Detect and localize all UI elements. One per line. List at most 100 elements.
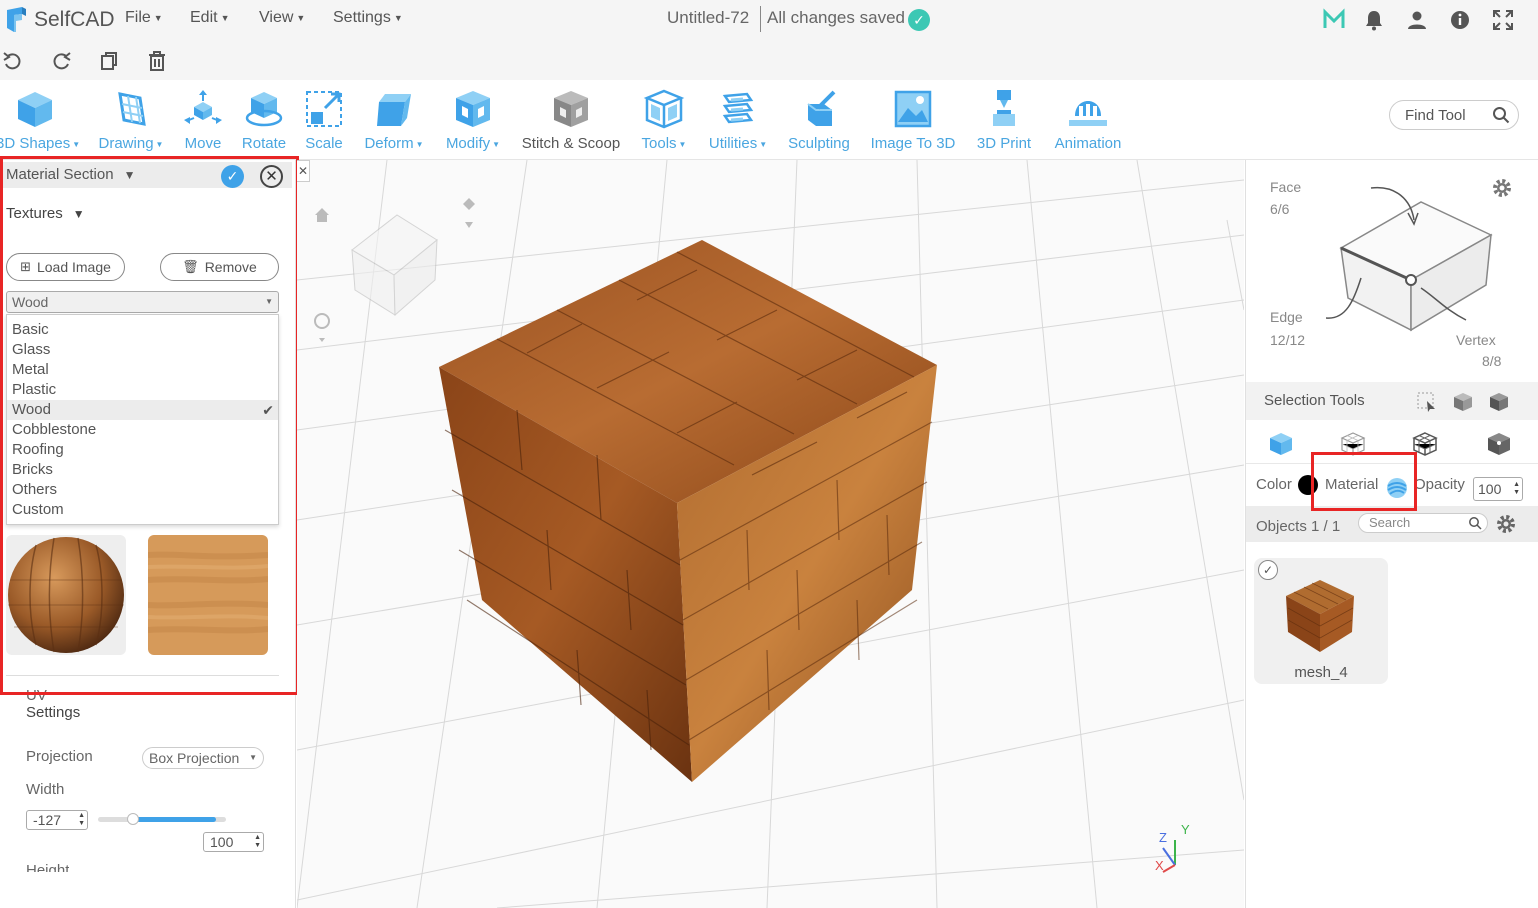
- textures-toggle[interactable]: Textures ▼: [6, 205, 85, 222]
- tool-3d-print[interactable]: 3D Print: [972, 88, 1036, 156]
- option-metal[interactable]: Metal: [7, 360, 278, 380]
- tool-image-to-3d[interactable]: Image To 3D: [868, 88, 958, 156]
- tool-move[interactable]: Move: [180, 88, 226, 156]
- tool-modify[interactable]: Modify ▼: [442, 88, 504, 156]
- select-cursor-icon[interactable]: [1416, 391, 1438, 413]
- load-image-button[interactable]: ⊞ Load Image: [6, 253, 125, 281]
- projection-label: Projection: [26, 748, 93, 765]
- stepper-icon[interactable]: ▲ ▼: [78, 812, 85, 828]
- user-icon[interactable]: [1405, 8, 1429, 32]
- object-mode-icon[interactable]: [1268, 431, 1294, 457]
- select-volume-icon[interactable]: [1488, 391, 1510, 413]
- axis-gizmo: Y Z X: [1155, 822, 1190, 873]
- delete-icon[interactable]: [146, 50, 168, 72]
- info-icon[interactable]: [1448, 8, 1472, 32]
- color-swatch[interactable]: [1298, 475, 1318, 495]
- redo-icon[interactable]: [50, 50, 72, 72]
- fullscreen-icon[interactable]: [1491, 8, 1515, 32]
- face-mode-icon[interactable]: [1340, 431, 1366, 457]
- material-sphere-icon[interactable]: [1386, 477, 1408, 499]
- edit-actions-bar: [0, 40, 1538, 80]
- option-wood[interactable]: Wood ✔: [7, 400, 278, 420]
- tool-utilities-label: Utilities: [708, 135, 758, 152]
- tool-rotate-label: Rotate: [241, 135, 287, 152]
- selfcad-logo[interactable]: SelfCAD: [4, 4, 115, 36]
- tool-image-to-3d-label: Image To 3D: [870, 135, 956, 152]
- confirm-button[interactable]: ✓: [221, 165, 244, 188]
- gear-icon[interactable]: [1490, 176, 1514, 200]
- view-cube[interactable]: [351, 214, 438, 317]
- tool-3d-shapes-label: 3D Shapes: [0, 135, 71, 152]
- tool-scale[interactable]: Scale: [302, 88, 346, 156]
- select-box-icon[interactable]: [1452, 391, 1474, 413]
- option-bricks[interactable]: Bricks: [7, 460, 278, 480]
- home-icon[interactable]: [315, 208, 329, 222]
- close-button[interactable]: ✕: [260, 165, 283, 188]
- utilities-icon: [722, 92, 754, 124]
- m-logo-icon[interactable]: [1322, 8, 1346, 32]
- opacity-input[interactable]: 100 ▲ ▼: [1473, 477, 1523, 501]
- wood-sphere-thumbnail[interactable]: [6, 535, 126, 655]
- height-label: Height: [26, 862, 70, 872]
- face-label: Face: [1270, 179, 1302, 195]
- find-tool-search[interactable]: Find Tool: [1389, 100, 1519, 130]
- textures-title: Textures: [6, 205, 63, 222]
- tool-rotate[interactable]: Rotate: [240, 88, 288, 156]
- wood-cube-mesh[interactable]: [439, 240, 937, 782]
- width-slider-handle[interactable]: [127, 813, 139, 825]
- modify-icon: [456, 91, 490, 127]
- collapse-panel-button[interactable]: ✕: [297, 160, 310, 182]
- selfcad-logo-icon: [7, 7, 26, 32]
- option-others[interactable]: Others: [7, 480, 278, 500]
- tool-animation[interactable]: Animation: [1050, 88, 1126, 156]
- option-roofing[interactable]: Roofing: [7, 440, 278, 460]
- remove-button[interactable]: 🗑 Remove: [160, 253, 279, 281]
- caret-down-icon: ▼: [123, 168, 136, 182]
- vertex-mode-icon[interactable]: [1486, 431, 1512, 457]
- tool-tools[interactable]: Tools ▼: [636, 88, 692, 156]
- wood-texture-thumbnail[interactable]: [148, 535, 268, 655]
- width-slider[interactable]: [98, 813, 226, 825]
- scale-input[interactable]: 100 ▲ ▼: [203, 832, 264, 852]
- object-card[interactable]: ✓ mesh_4: [1254, 558, 1388, 684]
- orbit-icon[interactable]: [463, 198, 475, 228]
- edge-mode-icon[interactable]: [1412, 431, 1438, 457]
- stepper-icon[interactable]: ▲ ▼: [1513, 481, 1520, 497]
- bell-icon[interactable]: [1362, 8, 1386, 32]
- object-search-input[interactable]: Search: [1358, 513, 1488, 533]
- menu-edit[interactable]: Edit ▼: [190, 9, 230, 27]
- gear-icon[interactable]: [1494, 512, 1518, 536]
- copy-icon[interactable]: [98, 50, 120, 72]
- document-title[interactable]: Untitled-72: [667, 8, 749, 28]
- option-custom[interactable]: Custom: [7, 500, 278, 520]
- width-input[interactable]: -127 ▲ ▼: [26, 810, 88, 830]
- 3d-viewport[interactable]: Y Z X ✕: [297, 160, 1244, 908]
- menu-settings[interactable]: Settings ▼: [333, 9, 403, 27]
- tool-move-label: Move: [184, 135, 222, 152]
- menu-view[interactable]: View ▼: [259, 9, 305, 27]
- option-cobblestone[interactable]: Cobblestone: [7, 420, 278, 440]
- checkmark-icon[interactable]: ✓: [1258, 560, 1278, 580]
- option-basic[interactable]: Basic: [7, 320, 278, 340]
- edge-label: Edge: [1270, 309, 1303, 325]
- texture-category-select[interactable]: Wood ▼: [6, 291, 279, 313]
- undo-icon[interactable]: [2, 50, 24, 72]
- tool-3d-shapes[interactable]: 3D Shapes ▼: [0, 88, 80, 156]
- option-plastic[interactable]: Plastic: [7, 380, 278, 400]
- tool-sculpting[interactable]: Sculpting: [786, 88, 852, 156]
- check-circle-icon: ✓: [908, 9, 930, 31]
- tool-deform[interactable]: Deform ▼: [360, 88, 428, 156]
- material-label[interactable]: Material: [1325, 476, 1378, 493]
- option-glass[interactable]: Glass: [7, 340, 278, 360]
- target-icon[interactable]: [314, 313, 330, 342]
- chevron-down-icon: ▼: [759, 139, 768, 149]
- menu-file[interactable]: File ▼: [125, 9, 163, 27]
- caret-down-icon: ▼: [72, 207, 85, 221]
- tool-drawing[interactable]: Drawing ▼: [96, 88, 166, 156]
- tool-stitch-scoop[interactable]: Stitch & Scoop: [519, 88, 623, 156]
- tool-utilities[interactable]: Utilities ▼: [704, 88, 772, 156]
- projection-select[interactable]: Box Projection ▼: [142, 747, 264, 769]
- stepper-icon[interactable]: ▲ ▼: [254, 834, 261, 850]
- viewport-canvas[interactable]: Y Z X: [297, 160, 1244, 908]
- material-section-title[interactable]: Material Section ▼: [6, 166, 135, 183]
